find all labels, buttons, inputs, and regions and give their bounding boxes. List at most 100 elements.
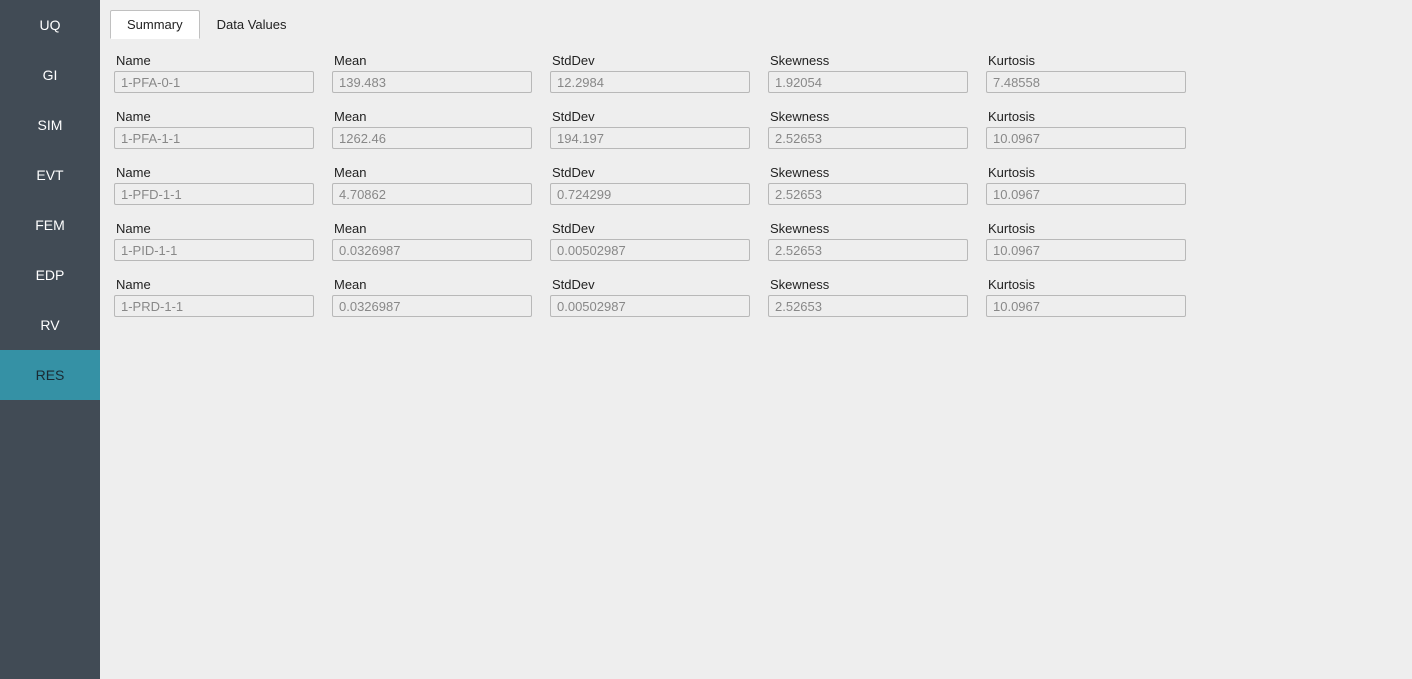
field-label-skewness: Skewness	[768, 109, 968, 124]
name-input[interactable]	[114, 183, 314, 205]
name-input[interactable]	[114, 295, 314, 317]
field-label-kurtosis: Kurtosis	[986, 277, 1186, 292]
kurtosis-input[interactable]	[986, 295, 1186, 317]
sidebar-item-label: EVT	[36, 167, 63, 183]
field-skewness: Skewness	[768, 109, 968, 149]
summary-row: Name Mean StdDev Skewness Kurtosis	[114, 109, 1402, 149]
field-name: Name	[114, 165, 314, 205]
field-kurtosis: Kurtosis	[986, 109, 1186, 149]
field-label-skewness: Skewness	[768, 165, 968, 180]
stddev-input[interactable]	[550, 239, 750, 261]
field-mean: Mean	[332, 277, 532, 317]
sidebar-item-res[interactable]: RES	[0, 350, 100, 400]
mean-input[interactable]	[332, 127, 532, 149]
field-stddev: StdDev	[550, 277, 750, 317]
summary-row: Name Mean StdDev Skewness Kurtosis	[114, 165, 1402, 205]
field-skewness: Skewness	[768, 53, 968, 93]
field-label-name: Name	[114, 109, 314, 124]
sidebar-item-label: RV	[40, 317, 59, 333]
tab-bar: Summary Data Values	[100, 0, 1412, 39]
mean-input[interactable]	[332, 239, 532, 261]
field-label-name: Name	[114, 165, 314, 180]
field-kurtosis: Kurtosis	[986, 221, 1186, 261]
field-name: Name	[114, 109, 314, 149]
kurtosis-input[interactable]	[986, 239, 1186, 261]
stddev-input[interactable]	[550, 71, 750, 93]
field-name: Name	[114, 53, 314, 93]
name-input[interactable]	[114, 127, 314, 149]
field-label-kurtosis: Kurtosis	[986, 165, 1186, 180]
field-stddev: StdDev	[550, 165, 750, 205]
summary-row: Name Mean StdDev Skewness Kurtosis	[114, 277, 1402, 317]
sidebar-item-uq[interactable]: UQ	[0, 0, 100, 50]
field-label-stddev: StdDev	[550, 221, 750, 236]
field-kurtosis: Kurtosis	[986, 165, 1186, 205]
sidebar-item-sim[interactable]: SIM	[0, 100, 100, 150]
tab-summary[interactable]: Summary	[110, 10, 200, 39]
field-mean: Mean	[332, 165, 532, 205]
field-mean: Mean	[332, 109, 532, 149]
sidebar-item-gi[interactable]: GI	[0, 50, 100, 100]
skewness-input[interactable]	[768, 183, 968, 205]
field-stddev: StdDev	[550, 221, 750, 261]
field-kurtosis: Kurtosis	[986, 277, 1186, 317]
field-label-stddev: StdDev	[550, 109, 750, 124]
sidebar-item-label: UQ	[40, 17, 61, 33]
field-label-name: Name	[114, 221, 314, 236]
skewness-input[interactable]	[768, 71, 968, 93]
summary-row: Name Mean StdDev Skewness Kurtosis	[114, 53, 1402, 93]
field-label-stddev: StdDev	[550, 165, 750, 180]
sidebar-item-label: FEM	[35, 217, 65, 233]
sidebar-item-label: SIM	[38, 117, 63, 133]
sidebar-item-rv[interactable]: RV	[0, 300, 100, 350]
summary-row: Name Mean StdDev Skewness Kurtosis	[114, 221, 1402, 261]
field-label-kurtosis: Kurtosis	[986, 221, 1186, 236]
sidebar-item-label: EDP	[36, 267, 65, 283]
field-name: Name	[114, 221, 314, 261]
stddev-input[interactable]	[550, 295, 750, 317]
sidebar-item-edp[interactable]: EDP	[0, 250, 100, 300]
kurtosis-input[interactable]	[986, 183, 1186, 205]
field-skewness: Skewness	[768, 165, 968, 205]
stddev-input[interactable]	[550, 183, 750, 205]
field-label-mean: Mean	[332, 277, 532, 292]
field-label-mean: Mean	[332, 165, 532, 180]
name-input[interactable]	[114, 71, 314, 93]
sidebar: UQ GI SIM EVT FEM EDP RV RES	[0, 0, 100, 679]
mean-input[interactable]	[332, 183, 532, 205]
field-label-name: Name	[114, 277, 314, 292]
field-label-skewness: Skewness	[768, 277, 968, 292]
sidebar-item-label: GI	[43, 67, 58, 83]
sidebar-item-evt[interactable]: EVT	[0, 150, 100, 200]
field-label-name: Name	[114, 53, 314, 68]
tab-label: Summary	[127, 17, 183, 32]
sidebar-item-label: RES	[36, 367, 65, 383]
field-label-kurtosis: Kurtosis	[986, 53, 1186, 68]
sidebar-item-fem[interactable]: FEM	[0, 200, 100, 250]
field-mean: Mean	[332, 221, 532, 261]
kurtosis-input[interactable]	[986, 71, 1186, 93]
field-kurtosis: Kurtosis	[986, 53, 1186, 93]
mean-input[interactable]	[332, 295, 532, 317]
skewness-input[interactable]	[768, 127, 968, 149]
field-skewness: Skewness	[768, 221, 968, 261]
field-label-mean: Mean	[332, 109, 532, 124]
field-label-mean: Mean	[332, 53, 532, 68]
skewness-input[interactable]	[768, 239, 968, 261]
name-input[interactable]	[114, 239, 314, 261]
mean-input[interactable]	[332, 71, 532, 93]
tab-label: Data Values	[217, 17, 287, 32]
kurtosis-input[interactable]	[986, 127, 1186, 149]
field-skewness: Skewness	[768, 277, 968, 317]
tab-data-values[interactable]: Data Values	[200, 10, 304, 39]
stddev-input[interactable]	[550, 127, 750, 149]
field-label-kurtosis: Kurtosis	[986, 109, 1186, 124]
field-mean: Mean	[332, 53, 532, 93]
field-label-stddev: StdDev	[550, 53, 750, 68]
skewness-input[interactable]	[768, 295, 968, 317]
field-label-skewness: Skewness	[768, 221, 968, 236]
summary-content: Name Mean StdDev Skewness Kurtosis	[100, 39, 1412, 679]
field-stddev: StdDev	[550, 109, 750, 149]
field-label-mean: Mean	[332, 221, 532, 236]
field-name: Name	[114, 277, 314, 317]
